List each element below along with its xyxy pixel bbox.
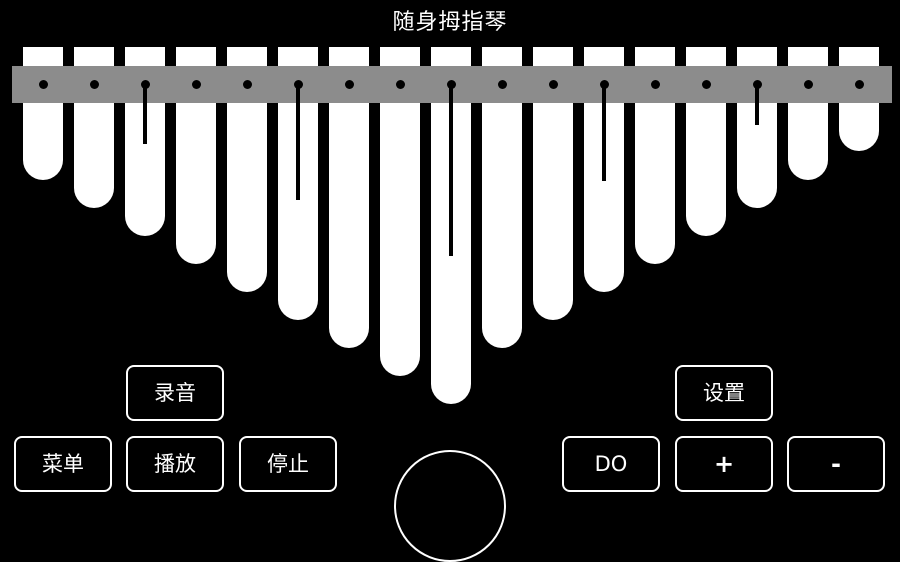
stop-button[interactable]: 停止 xyxy=(239,436,337,492)
tine-marker xyxy=(296,84,300,200)
tine-dot xyxy=(344,80,354,89)
tine-marker xyxy=(602,84,606,181)
tine-dot xyxy=(803,80,813,89)
play-button[interactable]: 播放 xyxy=(126,436,224,492)
tine-dot xyxy=(89,80,99,89)
key-down-button[interactable]: - xyxy=(787,436,885,492)
settings-button[interactable]: 设置 xyxy=(675,365,773,421)
record-button[interactable]: 录音 xyxy=(126,365,224,421)
tine-dot xyxy=(854,80,864,89)
tine-dot xyxy=(497,80,507,89)
key-up-button[interactable]: + xyxy=(675,436,773,492)
menu-button[interactable]: 菜单 xyxy=(14,436,112,492)
tine-dot xyxy=(242,80,252,89)
tine-marker xyxy=(143,84,147,144)
tine-marker xyxy=(449,84,453,256)
tine-dot xyxy=(701,80,711,89)
tine-dot xyxy=(650,80,660,89)
tine-dot xyxy=(38,80,48,89)
tine-dot xyxy=(548,80,558,89)
circle-control-button[interactable] xyxy=(394,450,506,562)
tine-marker xyxy=(755,84,759,125)
key-select-button[interactable]: DO xyxy=(562,436,660,492)
app-title: 随身拇指琴 xyxy=(392,10,508,35)
tine-dot xyxy=(191,80,201,89)
tine-dot xyxy=(395,80,405,89)
